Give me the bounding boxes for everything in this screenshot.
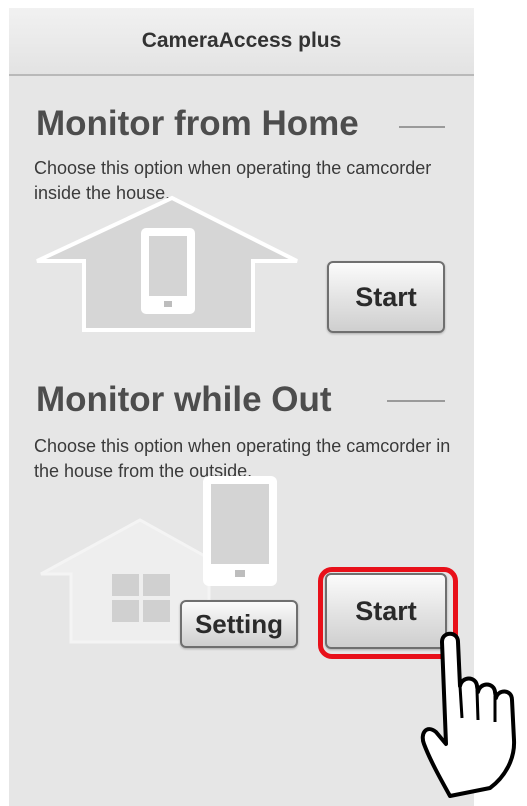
- setting-button[interactable]: Setting: [180, 600, 298, 648]
- app-screen: CameraAccess plus Monitor from Home Choo…: [9, 8, 474, 806]
- phone-icon: [203, 476, 277, 586]
- pointing-hand-icon: [420, 631, 517, 798]
